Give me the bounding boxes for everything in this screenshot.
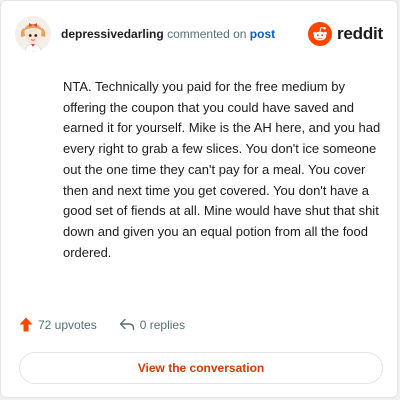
post-link[interactable]: post xyxy=(250,27,275,41)
byline: depressivedarling commented on post xyxy=(61,27,275,41)
reply-arrow-icon xyxy=(119,318,134,331)
comment-body: NTA. Technically you paid for the free m… xyxy=(63,79,381,260)
comment-stats: 72 upvotes 0 replies xyxy=(19,317,185,332)
upvotes-stat[interactable]: 72 upvotes xyxy=(19,317,97,332)
reddit-logo[interactable]: reddit xyxy=(307,22,383,46)
replies-count: 0 replies xyxy=(139,317,186,332)
upvote-arrow-icon xyxy=(19,317,33,332)
avatar[interactable] xyxy=(15,16,51,52)
comment-header: depressivedarling commented on post redd… xyxy=(15,14,383,54)
byline-action-text: commented on xyxy=(167,27,247,41)
upvotes-count: 72 upvotes xyxy=(38,317,97,332)
reddit-wordmark: reddit xyxy=(336,24,383,43)
replies-stat[interactable]: 0 replies xyxy=(119,318,185,332)
view-conversation-button[interactable]: View the conversation xyxy=(19,352,383,384)
reddit-logo-icon xyxy=(307,22,332,46)
username-link[interactable]: depressivedarling xyxy=(61,27,164,41)
avatar-icon xyxy=(15,16,51,52)
comment-embed-card: depressivedarling commented on post redd… xyxy=(0,0,398,398)
